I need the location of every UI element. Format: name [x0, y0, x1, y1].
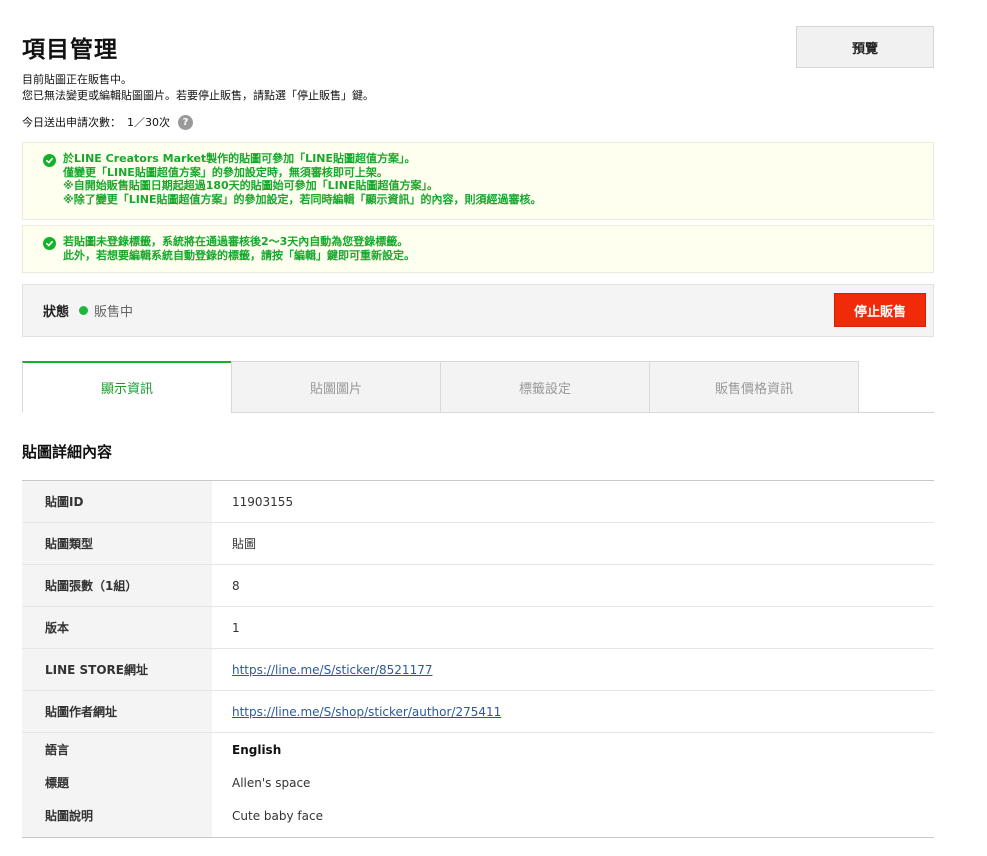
status-value: 販售中: [94, 305, 134, 320]
table-row: 貼圖ID 11903155: [22, 481, 934, 523]
stop-sales-button[interactable]: 停止販售: [834, 293, 926, 327]
row-value: 貼圖: [232, 537, 257, 551]
row-label: 貼圖張數（1組）: [22, 565, 212, 606]
row-label: 貼圖作者網址: [22, 691, 212, 732]
notice-line: 此外，若想要編輯系統自動登錄的標籤，請按「編輯」鍵即可重新設定。: [63, 248, 415, 262]
notice-line: 於LINE Creators Market製作的貼圖可參加「LINE貼圖超值方案…: [63, 152, 416, 165]
notice-line: ※除了變更「LINE貼圖超值方案」的參加設定，若同時編輯「顯示資訊」的內容，則須…: [63, 192, 542, 206]
language-labels: 語言 標題 貼圖說明: [22, 733, 212, 837]
quota-value: 1／30次: [127, 116, 170, 129]
row-value: 1: [232, 620, 240, 635]
preview-button[interactable]: 預覽: [796, 26, 934, 68]
row-label: LINE STORE網址: [22, 649, 212, 690]
intro-line-1: 目前貼圖正在販售中。: [22, 73, 132, 86]
notice-lines: 若貼圖未登錄標籤，系統將在通過審核後2～3天內自動為您登錄標籤。 此外，若想要編…: [63, 235, 415, 262]
description-value: Cute baby face: [232, 808, 323, 823]
status-bar: 狀態 販售中 停止販售: [22, 284, 934, 337]
question-circle-icon[interactable]: ?: [178, 114, 193, 130]
row-label: 貼圖ID: [22, 481, 212, 522]
language-value: English: [232, 742, 282, 757]
table-row: 版本 1: [22, 607, 934, 649]
check-circle-icon: [43, 237, 56, 250]
table-row: 貼圖作者網址 https://line.me/S/shop/sticker/au…: [22, 691, 934, 733]
check-circle-icon: [43, 154, 56, 167]
details-table: 貼圖ID 11903155 貼圖類型 貼圖 貼圖張數（1組） 8 版本 1 LI…: [22, 480, 934, 838]
title-label: 標題: [45, 776, 70, 790]
tab-bar: 顯示資訊 貼圖圖片 標籤設定 販售價格資訊: [22, 361, 934, 413]
author-page-link[interactable]: https://line.me/S/shop/sticker/author/27…: [232, 705, 501, 719]
tab-sticker-images[interactable]: 貼圖圖片: [231, 361, 441, 413]
tab-tag-settings[interactable]: 標籤設定: [440, 361, 650, 413]
intro-text: 目前貼圖正在販售中。 您已無法變更或編輯貼圖圖片。若要停止販售，請點選「停止販售…: [22, 72, 374, 104]
table-row: 貼圖類型 貼圖: [22, 523, 934, 565]
row-value: 11903155: [232, 494, 294, 509]
notice-box-tags: 若貼圖未登錄標籤，系統將在通過審核後2～3天內自動為您登錄標籤。 此外，若想要編…: [22, 225, 934, 273]
description-label: 貼圖說明: [45, 809, 94, 823]
language-label: 語言: [45, 743, 70, 757]
table-row: 貼圖張數（1組） 8: [22, 565, 934, 607]
row-label: 貼圖類型: [22, 523, 212, 564]
submission-quota: 今日送出申請次數： 1／30次 ?: [22, 114, 193, 130]
quota-label: 今日送出申請次數：: [22, 116, 121, 129]
notice-line: 若貼圖未登錄標籤，系統將在通過審核後2～3天內自動為您登錄標籤。: [63, 235, 409, 248]
line-store-link[interactable]: https://line.me/S/sticker/8521177: [232, 663, 432, 677]
row-value: https://line.me/S/sticker/8521177: [212, 649, 934, 690]
section-title: 貼圖詳細內容: [22, 443, 113, 461]
notice-row: 於LINE Creators Market製作的貼圖可參加「LINE貼圖超值方案…: [43, 152, 923, 206]
title-value: Allen's space: [232, 775, 311, 790]
status-label: 狀態: [43, 305, 70, 320]
notice-box-sticker-plan: 於LINE Creators Market製作的貼圖可參加「LINE貼圖超值方案…: [22, 142, 934, 220]
table-row: LINE STORE網址 https://line.me/S/sticker/8…: [22, 649, 934, 691]
row-value: https://line.me/S/shop/sticker/author/27…: [212, 691, 934, 732]
notice-lines: 於LINE Creators Market製作的貼圖可參加「LINE貼圖超值方案…: [63, 152, 542, 206]
notice-line: ※自開始販售貼圖日期起超過180天的貼圖始可參加「LINE貼圖超值方案」。: [63, 179, 438, 192]
notice-line: 僅變更「LINE貼圖超值方案」的參加設定時，無須審核即可上架。: [63, 165, 388, 179]
status-dot-icon: [79, 306, 89, 315]
language-block: 語言 標題 貼圖說明 English Allen's space Cute ba…: [22, 733, 934, 837]
tab-display-info[interactable]: 顯示資訊: [22, 361, 232, 413]
row-value: 8: [232, 578, 240, 593]
row-label: 版本: [22, 607, 212, 648]
intro-line-2: 您已無法變更或編輯貼圖圖片。若要停止販售，請點選「停止販售」鍵。: [22, 89, 374, 102]
notice-row: 若貼圖未登錄標籤，系統將在通過審核後2～3天內自動為您登錄標籤。 此外，若想要編…: [43, 235, 923, 262]
page-title: 項目管理: [22, 37, 118, 63]
tab-sales-price-info[interactable]: 販售價格資訊: [649, 361, 859, 413]
language-values: English Allen's space Cute baby face: [212, 733, 934, 837]
